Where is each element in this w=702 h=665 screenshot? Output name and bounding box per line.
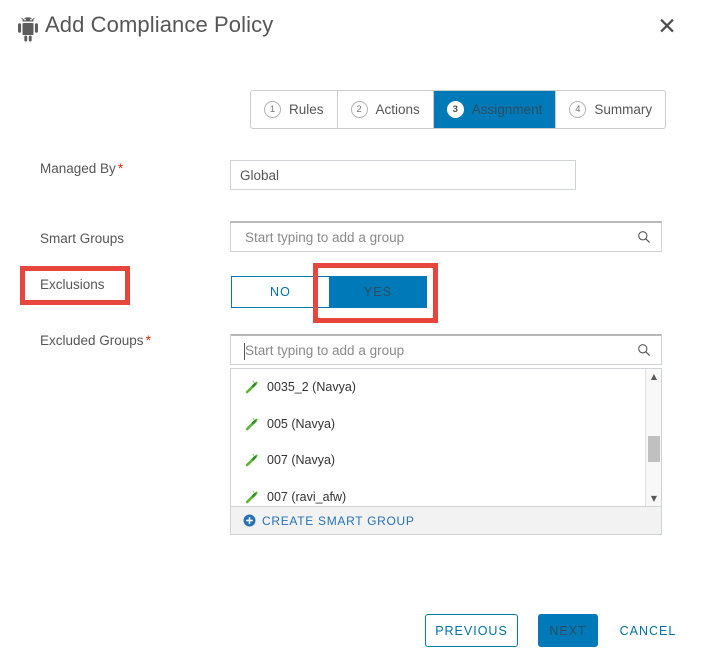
- wizard-stepper: 1 Rules 2 Actions 3 Assignment 4 Summary: [250, 90, 667, 129]
- smart-group-wand-icon: [245, 417, 259, 431]
- step-summary[interactable]: 4 Summary: [556, 91, 665, 128]
- dropdown-list: 0035_2 (Navya) 005 (Navya) 007 (Navya) 0…: [231, 369, 661, 506]
- excluded-groups-placeholder: Start typing to add a group: [245, 342, 405, 358]
- modal-header: Add Compliance Policy ✕: [0, 0, 702, 58]
- list-item[interactable]: 0035_2 (Navya): [231, 369, 661, 406]
- required-asterisk: *: [117, 161, 124, 176]
- managed-by-label: Managed By *: [40, 161, 123, 176]
- exclusions-option-no[interactable]: NO: [231, 276, 329, 308]
- list-item-label: 007 (ravi_afw): [267, 489, 347, 504]
- step-label: Summary: [594, 102, 653, 117]
- managed-by-field[interactable]: Global: [230, 160, 576, 190]
- list-item-label: 005 (Navya): [267, 416, 336, 431]
- smart-groups-label: Smart Groups: [40, 231, 125, 246]
- create-smart-group-button[interactable]: CREATE SMART GROUP: [231, 506, 661, 534]
- smart-group-wand-icon: [245, 490, 259, 504]
- excluded-groups-input[interactable]: Start typing to add a group: [230, 334, 662, 365]
- required-asterisk: *: [145, 333, 151, 348]
- create-smart-group-label: CREATE SMART GROUP: [262, 513, 415, 528]
- dropdown-scrollbar[interactable]: ▲ ▼: [645, 369, 661, 506]
- scroll-up-arrow-icon[interactable]: ▲: [646, 369, 661, 384]
- close-icon[interactable]: ✕: [654, 14, 680, 40]
- smart-group-wand-icon: [245, 380, 259, 394]
- smart-groups-placeholder: Start typing to add a group: [245, 229, 405, 245]
- step-number: 3: [446, 101, 464, 118]
- text-caret: [244, 343, 245, 360]
- managed-by-label-text: Managed By: [40, 161, 116, 176]
- next-button[interactable]: NEXT: [538, 614, 598, 647]
- step-label: Rules: [289, 102, 324, 117]
- exclusions-toggle: NO YES: [231, 276, 427, 308]
- scroll-down-arrow-icon[interactable]: ▼: [646, 491, 661, 506]
- search-icon: [637, 230, 651, 244]
- managed-by-value: Global: [240, 167, 280, 183]
- smart-group-wand-icon: [245, 453, 259, 467]
- step-number: 4: [569, 101, 587, 118]
- plus-circle-icon: [243, 514, 256, 527]
- exclusions-label: Exclusions: [40, 277, 105, 292]
- list-item[interactable]: 005 (Navya): [231, 406, 661, 443]
- page-title: Add Compliance Policy: [45, 12, 274, 37]
- search-icon: [637, 343, 651, 357]
- step-rules[interactable]: 1 Rules: [251, 91, 338, 128]
- list-item-label: 0035_2 (Navya): [267, 380, 356, 395]
- smart-groups-input[interactable]: Start typing to add a group: [230, 221, 662, 252]
- scrollbar-thumb[interactable]: [648, 436, 660, 462]
- step-label: Assignment: [471, 102, 543, 117]
- excluded-groups-label: Excluded Groups *: [40, 333, 151, 348]
- step-number: 2: [350, 101, 368, 118]
- step-actions[interactable]: 2 Actions: [338, 91, 434, 128]
- previous-button[interactable]: PREVIOUS: [425, 614, 518, 647]
- step-assignment[interactable]: 3 Assignment: [433, 91, 557, 128]
- list-item-label: 007 (Navya): [267, 453, 336, 468]
- exclusions-option-yes[interactable]: YES: [329, 276, 427, 308]
- list-item[interactable]: 007 (Navya): [231, 442, 661, 479]
- android-icon: [14, 16, 42, 44]
- step-label: Actions: [375, 102, 420, 117]
- list-item[interactable]: 007 (ravi_afw): [231, 479, 661, 507]
- step-number: 1: [264, 101, 281, 118]
- excluded-groups-dropdown: 0035_2 (Navya) 005 (Navya) 007 (Navya) 0…: [230, 368, 662, 535]
- cancel-button[interactable]: CANCEL: [612, 614, 684, 647]
- excluded-groups-label-text: Excluded Groups: [40, 333, 144, 348]
